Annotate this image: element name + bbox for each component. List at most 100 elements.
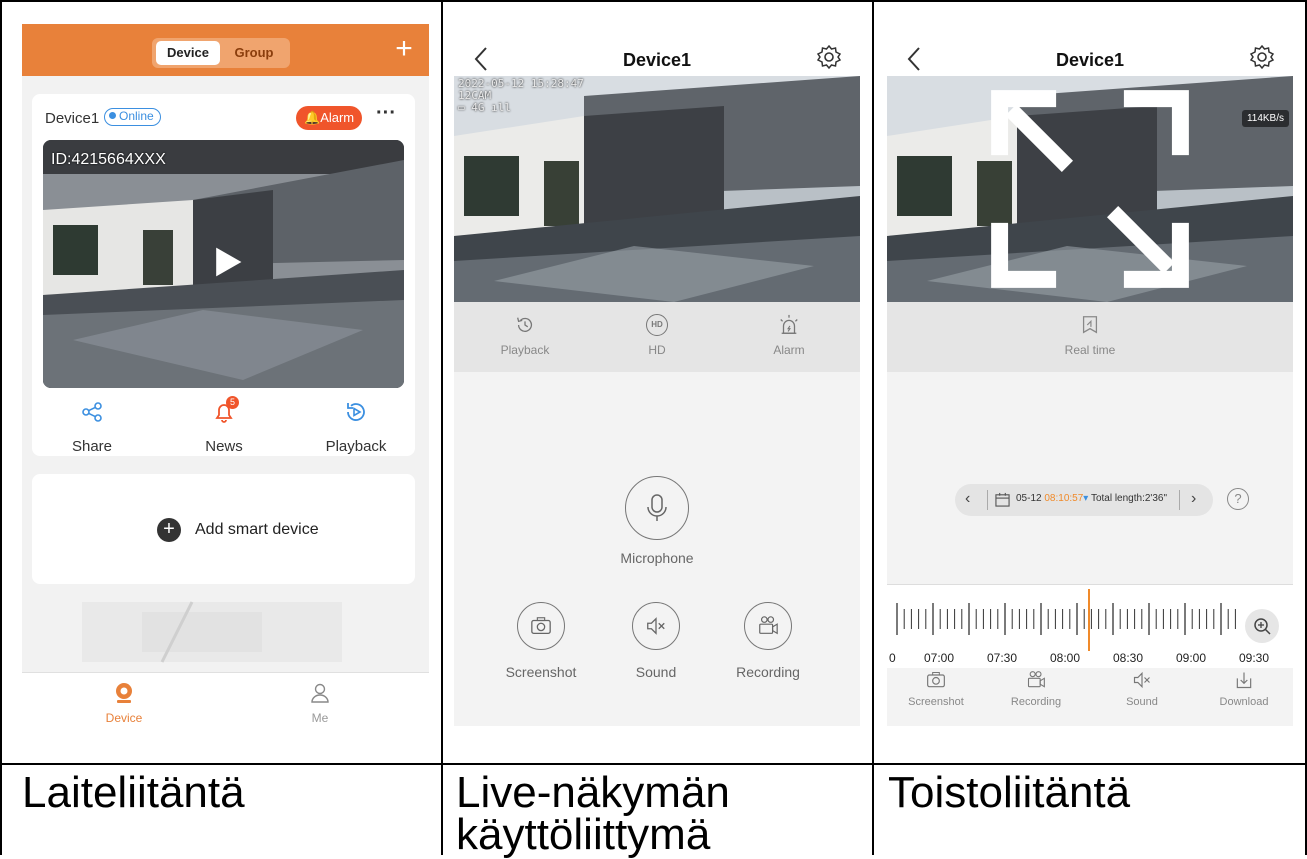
osd-network: ▭ 4G ıll: [458, 102, 511, 113]
zoom-button[interactable]: [1245, 609, 1279, 643]
live-video[interactable]: 2022-05-12 15:28:47 12CAM ▭ 4G ıll: [454, 76, 860, 302]
online-dot-icon: [109, 112, 116, 119]
download-control[interactable]: Download: [1199, 670, 1289, 708]
news-label: News: [205, 438, 243, 455]
timeline-label: 07:30: [987, 651, 1018, 665]
playback-action[interactable]: Playback: [311, 400, 401, 455]
siren-icon: [780, 314, 798, 334]
recording-label: Recording: [736, 664, 800, 680]
calendar-icon[interactable]: [995, 492, 1010, 507]
segment-group[interactable]: Group: [222, 41, 286, 65]
hd-control-label: HD: [648, 343, 666, 357]
alarm-control-label: Alarm: [773, 343, 805, 357]
signal-icon: ıll: [484, 101, 511, 114]
device-id: ID:4215664XXX: [51, 151, 166, 168]
divider: [987, 490, 988, 510]
timeline-label: 09:30: [1239, 651, 1270, 665]
total-length-text: Total length:2'36": [1090, 493, 1168, 504]
share-icon: [82, 402, 102, 422]
recording-control[interactable]: Recording: [991, 670, 1081, 708]
help-icon[interactable]: ?: [1227, 488, 1249, 510]
recording-button[interactable]: [744, 602, 792, 650]
segment-device[interactable]: Device: [156, 41, 220, 65]
camera-icon: [927, 672, 945, 688]
tab-me-label: Me: [311, 711, 329, 725]
gear-icon[interactable]: [816, 44, 842, 70]
device-card: Device1 Online 🔔Alarm ··· ID:4215664XXX …: [32, 94, 415, 456]
live-title: Device1: [622, 50, 692, 70]
live-top-bar: Device1: [454, 6, 860, 82]
timeline-cursor[interactable]: [1088, 589, 1090, 651]
playback-label: Playback: [325, 438, 387, 455]
status-badge: Online: [104, 108, 161, 126]
screenshot-control[interactable]: Screenshot: [891, 670, 981, 708]
tab-bar: Device Me: [22, 672, 429, 744]
status-text: Online: [119, 109, 154, 123]
device-screen: Device Group + Device1 Online 🔔Alarm ···: [22, 24, 429, 744]
playback-control[interactable]: Playback: [480, 314, 570, 357]
hd-control[interactable]: HD HD: [612, 314, 702, 357]
screenshot-button[interactable]: [517, 602, 565, 650]
realtime-control[interactable]: Real time: [1045, 314, 1135, 357]
news-badge: 5: [226, 396, 239, 409]
battery-icon: ▭: [458, 101, 472, 114]
osd-timestamp: 2022-05-12 15:28:47: [458, 77, 584, 90]
next-day-icon[interactable]: ›: [1191, 490, 1205, 508]
grid-line: [872, 0, 874, 855]
live-screen: Device1 2022-05-12 15:28:47 12CAM ▭ 4G ı…: [454, 6, 860, 726]
mute-icon: [1133, 671, 1150, 689]
mute-icon: [647, 617, 665, 635]
screenshot-label: Screenshot: [505, 664, 577, 680]
camera-icon: [531, 617, 551, 634]
realtime-label: Real time: [1064, 343, 1116, 357]
timeline-label: 0: [889, 651, 896, 665]
grid-line: [0, 763, 1307, 765]
date-time-readout[interactable]: 05-12 08:10:57▾ Total length:2'36": [1016, 493, 1167, 504]
tab-me[interactable]: Me: [280, 681, 360, 725]
camera-preview[interactable]: ID:4215664XXX: [43, 140, 404, 388]
alarm-control[interactable]: Alarm: [744, 314, 834, 357]
hd-icon: HD: [646, 314, 668, 336]
tab-device[interactable]: Device: [84, 681, 164, 725]
app-header: Device Group +: [22, 24, 429, 76]
add-circle-icon: +: [157, 518, 181, 542]
playback-video[interactable]: 114KB/s: [887, 76, 1293, 302]
sound-control[interactable]: Sound: [1097, 670, 1187, 708]
playback-top-bar: Device1: [887, 6, 1293, 82]
video-camera-icon: [759, 616, 778, 635]
sound-button[interactable]: [632, 602, 680, 650]
news-icon-wrap: 5: [212, 396, 239, 424]
video-camera-icon: [1027, 671, 1045, 688]
add-device-card[interactable]: + Add smart device: [32, 474, 415, 584]
time-text: 08:10:57: [1044, 493, 1084, 504]
grid-line: [0, 0, 1307, 2]
play-icon[interactable]: [209, 244, 245, 280]
prev-day-icon[interactable]: ‹: [965, 490, 979, 508]
timeline-label: 08:00: [1050, 651, 1081, 665]
osd-cam: 12CAM: [458, 89, 492, 102]
sound-label: Sound: [1126, 696, 1158, 708]
return-icon: [1082, 316, 1098, 334]
caption-device-ui: Laiteliitäntä: [22, 768, 245, 817]
download-icon: [1236, 672, 1252, 689]
alarm-button[interactable]: 🔔Alarm: [296, 106, 363, 130]
share-action[interactable]: Share: [47, 400, 137, 455]
more-icon[interactable]: ···: [376, 102, 396, 125]
date-selector: ‹ 05-12 08:10:57▾ Total length:2'36" ›: [955, 484, 1213, 516]
playback-control-label: Playback: [500, 343, 550, 357]
dropdown-icon: ▾: [1083, 493, 1089, 504]
add-icon[interactable]: +: [391, 34, 417, 64]
camera-scene: [454, 76, 860, 302]
microphone-button[interactable]: [625, 476, 689, 540]
microphone-icon: [647, 494, 667, 521]
add-device-label: Add smart device: [195, 521, 319, 538]
recording-label: Recording: [1010, 696, 1062, 708]
gear-icon[interactable]: [1249, 44, 1275, 70]
fullscreen-icon[interactable]: [887, 76, 1293, 302]
news-action[interactable]: 5 News: [179, 396, 269, 455]
grid-line: [441, 0, 443, 855]
timeline[interactable]: 0 07:00 07:30 08:00 08:30 09:00 09:30: [887, 584, 1293, 670]
background-illustration: [82, 601, 342, 663]
playback-bottom-bar: Screenshot Recording Sound Download: [887, 668, 1293, 726]
comparison-figure: Laiteliitäntä Live-näkymän käyttöliittym…: [0, 0, 1307, 858]
